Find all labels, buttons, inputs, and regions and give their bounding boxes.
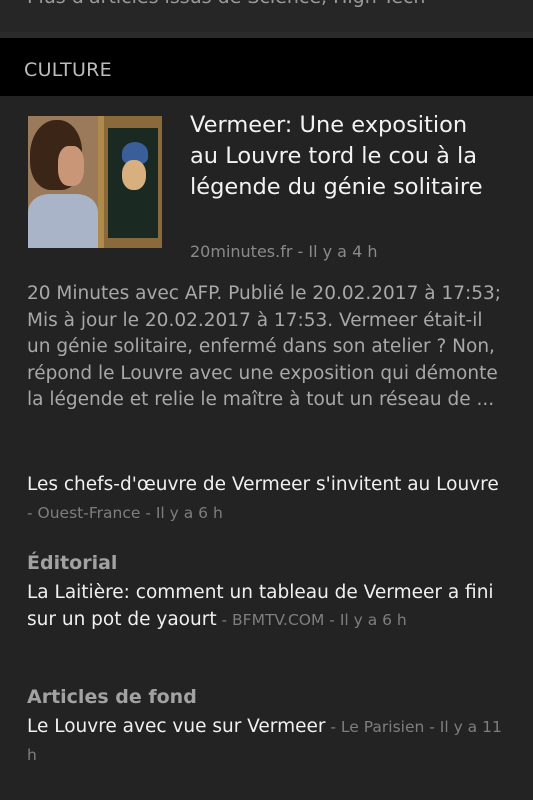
- story-thumbnail[interactable]: [28, 116, 162, 248]
- related-story-label-editorial: Éditorial: [27, 552, 118, 574]
- main-story-source: 20minutes.fr: [190, 242, 293, 261]
- related-story-source: Ouest-France: [37, 504, 141, 522]
- section-header: CULTURE: [0, 38, 533, 96]
- related-story-time: Il y a 6 h: [339, 611, 407, 629]
- main-story-time: Il y a 4 h: [308, 242, 378, 261]
- related-story[interactable]: Les chefs-d'œuvre de Vermeer s'invitent …: [27, 471, 507, 527]
- related-story-time: Il y a 6 h: [155, 504, 223, 522]
- related-story-meta: - BFMTV.COM - Il y a 6 h: [216, 611, 407, 629]
- related-story[interactable]: Le Louvre avec vue sur Vermeer - Le Pari…: [27, 713, 507, 769]
- related-story-title[interactable]: Le Louvre avec vue sur Vermeer: [27, 716, 325, 737]
- related-story-label-background: Articles de fond: [27, 686, 197, 708]
- related-story-source: Le Parisien: [340, 718, 425, 736]
- main-story-headline[interactable]: Vermeer: Une exposition au Louvre tord l…: [190, 110, 500, 203]
- separator: -: [292, 242, 309, 261]
- related-story-meta: - Ouest-France - Il y a 6 h: [27, 504, 223, 522]
- related-story-title[interactable]: Les chefs-d'œuvre de Vermeer s'invitent …: [27, 474, 499, 495]
- related-story-source: BFMTV.COM: [232, 611, 325, 629]
- previous-card-footer: Plus d'articles issus de Science, High T…: [0, 0, 533, 32]
- main-story-source-line: 20minutes.fr - Il y a 4 h: [190, 242, 377, 261]
- section-title: CULTURE: [24, 59, 112, 81]
- related-story[interactable]: La Laitière: comment un tableau de Verme…: [27, 579, 507, 634]
- more-articles-link[interactable]: Plus d'articles issus de Science, High T…: [27, 0, 425, 8]
- main-story-summary[interactable]: 20 Minutes avec AFP. Publié le 20.02.201…: [27, 281, 507, 414]
